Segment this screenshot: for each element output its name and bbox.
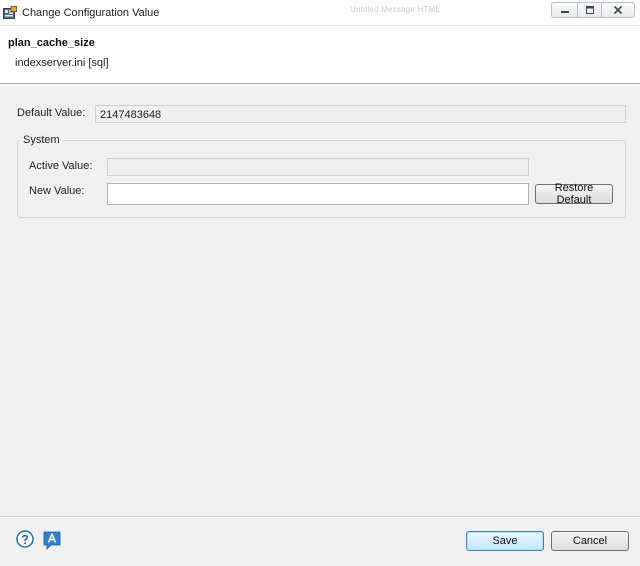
background-window-text: Untitled Message HTML [350, 5, 441, 14]
restore-default-button[interactable]: Restore Default [535, 182, 613, 206]
close-icon [613, 5, 623, 15]
default-value-field: 2147483648 [95, 105, 626, 123]
system-group [17, 140, 626, 218]
system-group-title: System [20, 134, 63, 146]
minimize-button[interactable] [551, 2, 577, 18]
window-controls [551, 2, 635, 18]
dialog-footer [0, 518, 640, 566]
new-value-label: New Value: [29, 185, 85, 197]
new-value-input[interactable] [107, 183, 529, 205]
help-icon[interactable] [16, 530, 34, 548]
minimize-icon [560, 11, 569, 13]
a-icon[interactable] [42, 530, 62, 550]
parameter-name: plan_cache_size [8, 37, 95, 49]
close-button[interactable] [601, 2, 635, 18]
dialog-header: plan_cache_size indexserver.ini [sql] [0, 27, 640, 84]
default-value-label: Default Value: [17, 107, 86, 119]
active-value-label: Active Value: [29, 160, 93, 172]
save-button[interactable]: Save [466, 531, 544, 551]
app-icon [3, 6, 17, 19]
title-bar: Change Configuration Value Untitled Mess… [0, 0, 640, 26]
maximize-icon [585, 6, 594, 14]
maximize-button[interactable] [577, 2, 601, 18]
window-title: Change Configuration Value [22, 7, 160, 19]
cancel-button[interactable]: Cancel [551, 531, 629, 551]
parameter-file-section: indexserver.ini [sql] [15, 57, 109, 69]
active-value-field [107, 158, 529, 176]
